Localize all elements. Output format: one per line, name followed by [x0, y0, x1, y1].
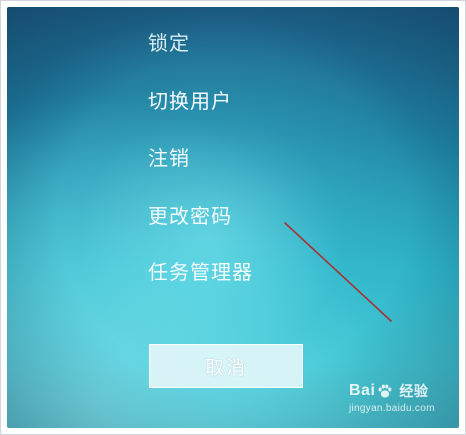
- watermark-brand-suffix: 经验: [399, 383, 429, 399]
- menu-item-sign-out[interactable]: 注销: [148, 142, 190, 171]
- menu-item-task-manager[interactable]: 任务管理器: [148, 256, 253, 285]
- baidu-jingyan-watermark: Bai 经验 jingyan.baidu.com: [349, 381, 459, 427]
- watermark-url: jingyan.baidu.com: [349, 403, 435, 414]
- baidu-paw-icon: [379, 384, 392, 398]
- cancel-button[interactable]: 取消: [149, 344, 303, 388]
- ctrl-alt-del-screen: 锁定 切换用户 注销 更改密码 任务管理器 取消 Bai 经验 jingyan.…: [7, 7, 459, 428]
- menu-item-switch-user[interactable]: 切换用户: [148, 85, 232, 114]
- menu-item-lock[interactable]: 锁定: [148, 27, 190, 56]
- watermark-brand-prefix: Bai: [349, 382, 376, 399]
- menu-item-change-password[interactable]: 更改密码: [148, 200, 232, 229]
- photo-frame: 锁定 切换用户 注销 更改密码 任务管理器 取消 Bai 经验 jingyan.…: [0, 0, 466, 435]
